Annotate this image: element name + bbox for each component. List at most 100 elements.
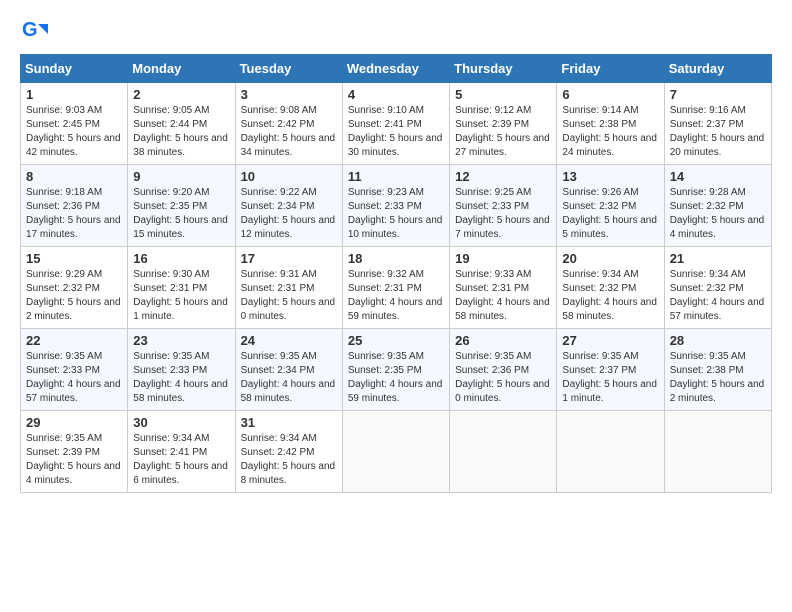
day-number: 26 xyxy=(455,333,551,348)
calendar-week-row: 15 Sunrise: 9:29 AMSunset: 2:32 PMDayligh… xyxy=(21,247,772,329)
cell-details: Sunrise: 9:20 AMSunset: 2:35 PMDaylight:… xyxy=(133,186,229,242)
calendar-cell: 30 Sunrise: 9:34 AMSunset: 2:41 PMDayligh… xyxy=(128,411,235,493)
day-number: 31 xyxy=(241,415,337,430)
calendar-cell: 12 Sunrise: 9:25 AMSunset: 2:33 PMDayligh… xyxy=(450,165,557,247)
page-header: G xyxy=(20,16,772,44)
calendar-cell xyxy=(557,411,664,493)
cell-details: Sunrise: 9:26 AMSunset: 2:32 PMDaylight:… xyxy=(562,186,658,242)
cell-details: Sunrise: 9:22 AMSunset: 2:34 PMDaylight:… xyxy=(241,186,337,242)
calendar-cell: 21 Sunrise: 9:34 AMSunset: 2:32 PMDayligh… xyxy=(664,247,771,329)
calendar-cell: 7 Sunrise: 9:16 AMSunset: 2:37 PMDaylight… xyxy=(664,83,771,165)
day-number: 17 xyxy=(241,251,337,266)
cell-details: Sunrise: 9:29 AMSunset: 2:32 PMDaylight:… xyxy=(26,268,122,324)
weekday-header-cell: Saturday xyxy=(664,55,771,83)
day-number: 6 xyxy=(562,87,658,102)
svg-text:G: G xyxy=(22,19,38,41)
day-number: 20 xyxy=(562,251,658,266)
calendar-cell: 27 Sunrise: 9:35 AMSunset: 2:37 PMDayligh… xyxy=(557,329,664,411)
calendar-cell: 23 Sunrise: 9:35 AMSunset: 2:33 PMDayligh… xyxy=(128,329,235,411)
cell-details: Sunrise: 9:34 AMSunset: 2:32 PMDaylight:… xyxy=(670,268,766,324)
day-number: 15 xyxy=(26,251,122,266)
day-number: 12 xyxy=(455,169,551,184)
day-number: 8 xyxy=(26,169,122,184)
calendar-cell: 24 Sunrise: 9:35 AMSunset: 2:34 PMDayligh… xyxy=(235,329,342,411)
calendar-cell: 31 Sunrise: 9:34 AMSunset: 2:42 PMDayligh… xyxy=(235,411,342,493)
calendar-cell xyxy=(342,411,449,493)
day-number: 4 xyxy=(348,87,444,102)
calendar-cell: 29Sunrise: 9:35 AMSunset: 2:39 PMDayligh… xyxy=(21,411,128,493)
day-number: 18 xyxy=(348,251,444,266)
cell-details: Sunrise: 9:08 AMSunset: 2:42 PMDaylight:… xyxy=(241,104,337,160)
calendar-cell: 5Sunrise: 9:12 AMSunset: 2:39 PMDaylight… xyxy=(450,83,557,165)
cell-details: Sunrise: 9:10 AMSunset: 2:41 PMDaylight:… xyxy=(348,104,444,160)
cell-details: Sunrise: 9:34 AMSunset: 2:41 PMDaylight:… xyxy=(133,432,229,488)
cell-details: Sunrise: 9:34 AMSunset: 2:42 PMDaylight:… xyxy=(241,432,337,488)
calendar-cell: 15 Sunrise: 9:29 AMSunset: 2:32 PMDayligh… xyxy=(21,247,128,329)
cell-details: Sunrise: 9:05 AMSunset: 2:44 PMDaylight:… xyxy=(133,104,229,160)
cell-details: Sunrise: 9:18 AMSunset: 2:36 PMDaylight:… xyxy=(26,186,122,242)
day-number: 1 xyxy=(26,87,122,102)
calendar-cell: 1 Sunrise: 9:03 AMSunset: 2:45 PMDaylight… xyxy=(21,83,128,165)
calendar-cell: 25 Sunrise: 9:35 AMSunset: 2:35 PMDayligh… xyxy=(342,329,449,411)
day-number: 13 xyxy=(562,169,658,184)
cell-details: Sunrise: 9:28 AMSunset: 2:32 PMDaylight:… xyxy=(670,186,766,242)
calendar-cell: 18 Sunrise: 9:32 AMSunset: 2:31 PMDayligh… xyxy=(342,247,449,329)
weekday-header-cell: Thursday xyxy=(450,55,557,83)
cell-details: Sunrise: 9:34 AMSunset: 2:32 PMDaylight:… xyxy=(562,268,658,324)
weekday-header-cell: Friday xyxy=(557,55,664,83)
cell-details: Sunrise: 9:35 AMSunset: 2:36 PMDaylight:… xyxy=(455,350,551,406)
calendar-cell: 9 Sunrise: 9:20 AMSunset: 2:35 PMDaylight… xyxy=(128,165,235,247)
weekday-header-cell: Sunday xyxy=(21,55,128,83)
calendar-cell: 4 Sunrise: 9:10 AMSunset: 2:41 PMDaylight… xyxy=(342,83,449,165)
day-number: 21 xyxy=(670,251,766,266)
calendar-cell: 3Sunrise: 9:08 AMSunset: 2:42 PMDaylight… xyxy=(235,83,342,165)
cell-details: Sunrise: 9:35 AMSunset: 2:33 PMDaylight:… xyxy=(133,350,229,406)
cell-details: Sunrise: 9:35 AMSunset: 2:35 PMDaylight:… xyxy=(348,350,444,406)
day-number: 7 xyxy=(670,87,766,102)
day-number: 11 xyxy=(348,169,444,184)
calendar-week-row: 1 Sunrise: 9:03 AMSunset: 2:45 PMDaylight… xyxy=(21,83,772,165)
calendar-body: 1 Sunrise: 9:03 AMSunset: 2:45 PMDaylight… xyxy=(21,83,772,493)
calendar-table: SundayMondayTuesdayWednesdayThursdayFrid… xyxy=(20,54,772,493)
cell-details: Sunrise: 9:03 AMSunset: 2:45 PMDaylight:… xyxy=(26,104,122,160)
calendar-cell xyxy=(450,411,557,493)
weekday-header-cell: Monday xyxy=(128,55,235,83)
calendar-week-row: 29Sunrise: 9:35 AMSunset: 2:39 PMDayligh… xyxy=(21,411,772,493)
day-number: 27 xyxy=(562,333,658,348)
logo: G xyxy=(20,16,52,44)
day-number: 9 xyxy=(133,169,229,184)
day-number: 14 xyxy=(670,169,766,184)
cell-details: Sunrise: 9:35 AMSunset: 2:34 PMDaylight:… xyxy=(241,350,337,406)
cell-details: Sunrise: 9:35 AMSunset: 2:38 PMDaylight:… xyxy=(670,350,766,406)
cell-details: Sunrise: 9:23 AMSunset: 2:33 PMDaylight:… xyxy=(348,186,444,242)
cell-details: Sunrise: 9:16 AMSunset: 2:37 PMDaylight:… xyxy=(670,104,766,160)
calendar-cell: 20 Sunrise: 9:34 AMSunset: 2:32 PMDayligh… xyxy=(557,247,664,329)
calendar-cell: 11 Sunrise: 9:23 AMSunset: 2:33 PMDayligh… xyxy=(342,165,449,247)
cell-details: Sunrise: 9:32 AMSunset: 2:31 PMDaylight:… xyxy=(348,268,444,324)
cell-details: Sunrise: 9:31 AMSunset: 2:31 PMDaylight:… xyxy=(241,268,337,324)
calendar-cell xyxy=(664,411,771,493)
day-number: 28 xyxy=(670,333,766,348)
calendar-cell: 10 Sunrise: 9:22 AMSunset: 2:34 PMDayligh… xyxy=(235,165,342,247)
day-number: 25 xyxy=(348,333,444,348)
day-number: 16 xyxy=(133,251,229,266)
cell-details: Sunrise: 9:25 AMSunset: 2:33 PMDaylight:… xyxy=(455,186,551,242)
calendar-cell: 13 Sunrise: 9:26 AMSunset: 2:32 PMDayligh… xyxy=(557,165,664,247)
day-number: 24 xyxy=(241,333,337,348)
cell-details: Sunrise: 9:35 AMSunset: 2:37 PMDaylight:… xyxy=(562,350,658,406)
day-number: 19 xyxy=(455,251,551,266)
calendar-cell: 26 Sunrise: 9:35 AMSunset: 2:36 PMDayligh… xyxy=(450,329,557,411)
calendar-cell: 28 Sunrise: 9:35 AMSunset: 2:38 PMDayligh… xyxy=(664,329,771,411)
calendar-week-row: 22Sunrise: 9:35 AMSunset: 2:33 PMDayligh… xyxy=(21,329,772,411)
day-number: 2 xyxy=(133,87,229,102)
weekday-header-cell: Tuesday xyxy=(235,55,342,83)
calendar-cell: 19 Sunrise: 9:33 AMSunset: 2:31 PMDayligh… xyxy=(450,247,557,329)
cell-details: Sunrise: 9:33 AMSunset: 2:31 PMDaylight:… xyxy=(455,268,551,324)
weekday-header-cell: Wednesday xyxy=(342,55,449,83)
calendar-cell: 14 Sunrise: 9:28 AMSunset: 2:32 PMDayligh… xyxy=(664,165,771,247)
calendar-cell: 17 Sunrise: 9:31 AMSunset: 2:31 PMDayligh… xyxy=(235,247,342,329)
day-number: 30 xyxy=(133,415,229,430)
day-number: 23 xyxy=(133,333,229,348)
day-number: 10 xyxy=(241,169,337,184)
day-number: 5 xyxy=(455,87,551,102)
